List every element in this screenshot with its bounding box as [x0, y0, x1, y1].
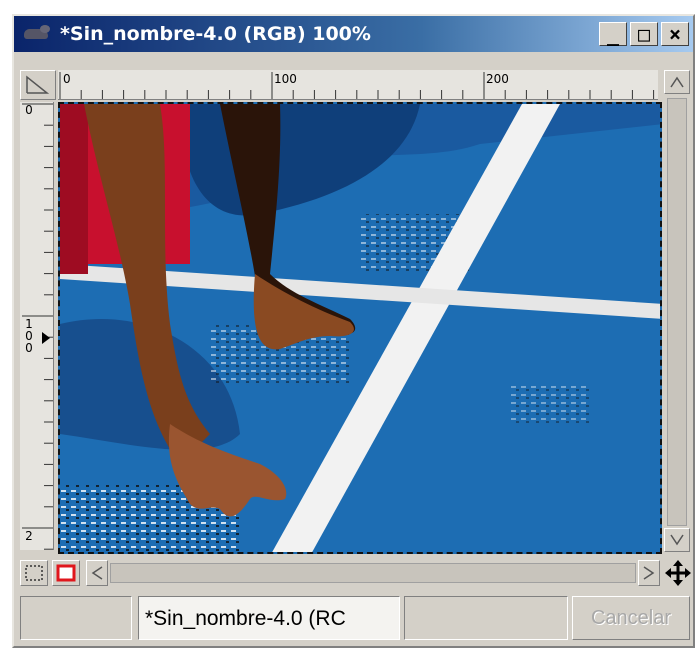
- ruler-corner-menu-button[interactable]: [20, 70, 56, 100]
- move-cross-icon: [665, 560, 691, 586]
- vertical-ruler[interactable]: 0 1 0 0 2: [20, 102, 54, 550]
- window-title: *Sin_nombre-4.0 (RGB) 100%: [60, 23, 371, 45]
- quickmask-on-icon: [56, 564, 76, 582]
- scroll-up-arrow-icon: [670, 76, 684, 88]
- status-bar: *Sin_nombre-4.0 (RC Cancelar: [20, 596, 692, 640]
- ruler-label-100: 100: [274, 72, 297, 86]
- app-icon[interactable]: [20, 23, 54, 45]
- horizontal-scroll-track[interactable]: [110, 563, 636, 583]
- scroll-left-arrow-icon: [91, 566, 103, 580]
- image-canvas[interactable]: [58, 102, 662, 554]
- ruler-label-0: 0: [63, 72, 71, 86]
- scroll-right-button[interactable]: [638, 560, 660, 586]
- quickmask-off-button[interactable]: [20, 560, 48, 586]
- quickmask-on-button[interactable]: [52, 560, 80, 586]
- scroll-down-arrow-icon: [670, 534, 684, 546]
- quickmask-off-icon: [25, 565, 43, 581]
- vruler-label-0: 0: [25, 103, 33, 117]
- title-bar[interactable]: *Sin_nombre-4.0 (RGB) 100% _ □ ×: [14, 16, 693, 52]
- horizontal-ruler[interactable]: 0 100 200: [58, 70, 658, 100]
- vruler-label-100: 1 0 0: [25, 317, 33, 355]
- status-unit-field: [20, 596, 132, 640]
- navigate-button[interactable]: [664, 560, 692, 586]
- vertical-scrollbar[interactable]: [664, 70, 690, 554]
- scroll-right-arrow-icon: [643, 566, 655, 580]
- cursor-position-marker-icon: [42, 332, 50, 344]
- image-window: *Sin_nombre-4.0 (RGB) 100% _ □ × 0 100 2…: [12, 14, 695, 648]
- vruler-label-200: 2: [25, 529, 33, 543]
- status-progress-field: [404, 596, 568, 640]
- cancel-button[interactable]: Cancelar: [572, 596, 690, 640]
- status-image-name-field: *Sin_nombre-4.0 (RC: [138, 596, 400, 640]
- horizontal-scrollbar[interactable]: [86, 560, 660, 586]
- menu-arrow-icon: [26, 75, 50, 94]
- vertical-scroll-track[interactable]: [667, 98, 687, 526]
- scroll-down-button[interactable]: [664, 528, 690, 552]
- ruler-ticks: [59, 72, 655, 99]
- ruler-label-200: 200: [486, 72, 509, 86]
- close-button[interactable]: ×: [661, 22, 689, 46]
- scroll-up-button[interactable]: [664, 70, 690, 94]
- photo-basketball-court: [60, 104, 660, 552]
- minimize-button[interactable]: _: [599, 22, 627, 46]
- maximize-button[interactable]: □: [630, 22, 658, 46]
- bottom-controls: [20, 558, 692, 588]
- scroll-left-button[interactable]: [86, 560, 108, 586]
- status-image-name-text: *Sin_nombre-4.0 (RC: [145, 607, 346, 630]
